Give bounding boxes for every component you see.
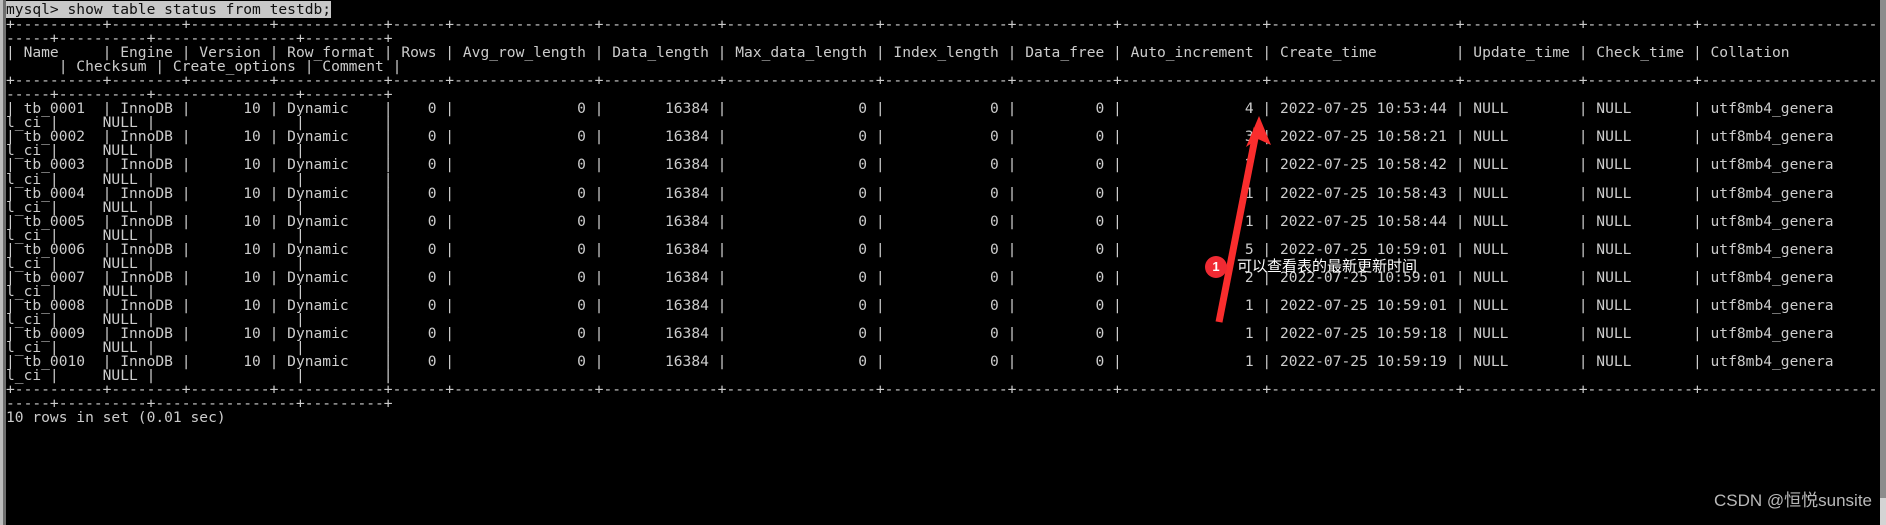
scrollbar-track[interactable] xyxy=(1880,0,1886,525)
table-rule-bottom-b: -----+----------+----------------+------… xyxy=(6,395,393,413)
callout-annotation-text: 可以查看表的最新更新时间 xyxy=(1237,258,1418,275)
terminal-output[interactable]: mysql> show table status from testdb; +-… xyxy=(6,0,1880,525)
callout-badge-1: 1 xyxy=(1205,256,1227,278)
table-body: | tb_0001 | InnoDB | 10 | Dynamic | 0 | … xyxy=(6,101,1880,383)
result-summary: 10 rows in set (0.01 sec) xyxy=(6,409,226,427)
scrollbar-thumb[interactable] xyxy=(1880,0,1886,498)
csdn-watermark: CSDN @恒悦sunsite xyxy=(1713,491,1872,510)
